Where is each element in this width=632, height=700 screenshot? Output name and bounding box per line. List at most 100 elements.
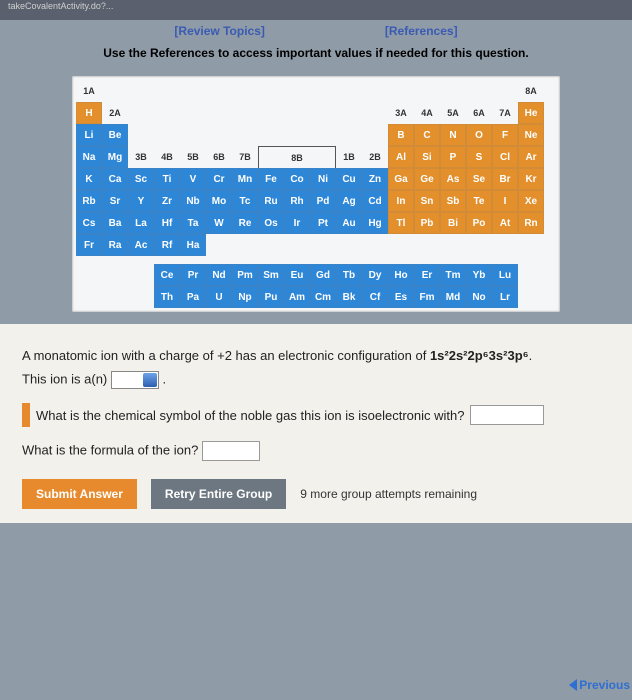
el-ba[interactable]: Ba xyxy=(102,212,128,234)
el-ra[interactable]: Ra xyxy=(102,234,128,256)
el-md[interactable]: Md xyxy=(440,286,466,308)
el-i[interactable]: I xyxy=(492,190,518,212)
el-zr[interactable]: Zr xyxy=(154,190,180,212)
el-yb[interactable]: Yb xyxy=(466,264,492,286)
el-bi[interactable]: Bi xyxy=(440,212,466,234)
el-n[interactable]: N xyxy=(440,124,466,146)
el-hg[interactable]: Hg xyxy=(362,212,388,234)
el-rb[interactable]: Rb xyxy=(76,190,102,212)
el-ta[interactable]: Ta xyxy=(180,212,206,234)
el-tm[interactable]: Tm xyxy=(440,264,466,286)
el-lu[interactable]: Lu xyxy=(492,264,518,286)
el-rn[interactable]: Rn xyxy=(518,212,544,234)
el-s[interactable]: S xyxy=(466,146,492,168)
el-ru[interactable]: Ru xyxy=(258,190,284,212)
el-er[interactable]: Er xyxy=(414,264,440,286)
el-ir[interactable]: Ir xyxy=(284,212,310,234)
el-ar[interactable]: Ar xyxy=(518,146,544,168)
el-bk[interactable]: Bk xyxy=(336,286,362,308)
el-be[interactable]: Be xyxy=(102,124,128,146)
el-o[interactable]: O xyxy=(466,124,492,146)
el-ha[interactable]: Ha xyxy=(180,234,206,256)
el-co[interactable]: Co xyxy=(284,168,310,190)
el-pb[interactable]: Pb xyxy=(414,212,440,234)
el-cs[interactable]: Cs xyxy=(76,212,102,234)
el-au[interactable]: Au xyxy=(336,212,362,234)
el-cr[interactable]: Cr xyxy=(206,168,232,190)
el-at[interactable]: At xyxy=(492,212,518,234)
references-link[interactable]: [References] xyxy=(385,24,458,38)
el-am[interactable]: Am xyxy=(284,286,310,308)
el-fm[interactable]: Fm xyxy=(414,286,440,308)
previous-button[interactable]: Previous xyxy=(569,678,630,692)
el-pu[interactable]: Pu xyxy=(258,286,284,308)
el-po[interactable]: Po xyxy=(466,212,492,234)
el-te[interactable]: Te xyxy=(466,190,492,212)
el-sr[interactable]: Sr xyxy=(102,190,128,212)
el-in[interactable]: In xyxy=(388,190,414,212)
el-ca[interactable]: Ca xyxy=(102,168,128,190)
el-as[interactable]: As xyxy=(440,168,466,190)
ion-type-select[interactable] xyxy=(111,371,159,389)
el-na[interactable]: Na xyxy=(76,146,102,168)
el-xe[interactable]: Xe xyxy=(518,190,544,212)
el-cm[interactable]: Cm xyxy=(310,286,336,308)
el-la[interactable]: La xyxy=(128,212,154,234)
el-li[interactable]: Li xyxy=(76,124,102,146)
el-pt[interactable]: Pt xyxy=(310,212,336,234)
el-re[interactable]: Re xyxy=(232,212,258,234)
el-tb[interactable]: Tb xyxy=(336,264,362,286)
el-sn[interactable]: Sn xyxy=(414,190,440,212)
el-mo[interactable]: Mo xyxy=(206,190,232,212)
el-k[interactable]: K xyxy=(76,168,102,190)
el-ti[interactable]: Ti xyxy=(154,168,180,190)
el-cd[interactable]: Cd xyxy=(362,190,388,212)
el-ga[interactable]: Ga xyxy=(388,168,414,190)
el-pd[interactable]: Pd xyxy=(310,190,336,212)
el-ce[interactable]: Ce xyxy=(154,264,180,286)
el-u[interactable]: U xyxy=(206,286,232,308)
el-al[interactable]: Al xyxy=(388,146,414,168)
el-kr[interactable]: Kr xyxy=(518,168,544,190)
el-pa[interactable]: Pa xyxy=(180,286,206,308)
el-zn[interactable]: Zn xyxy=(362,168,388,190)
el-rf[interactable]: Rf xyxy=(154,234,180,256)
el-gd[interactable]: Gd xyxy=(310,264,336,286)
el-p[interactable]: P xyxy=(440,146,466,168)
el-br[interactable]: Br xyxy=(492,168,518,190)
retry-group-button[interactable]: Retry Entire Group xyxy=(151,479,286,509)
ion-formula-input[interactable] xyxy=(202,441,260,461)
el-w[interactable]: W xyxy=(206,212,232,234)
el-no[interactable]: No xyxy=(466,286,492,308)
el-cl[interactable]: Cl xyxy=(492,146,518,168)
el-cu[interactable]: Cu xyxy=(336,168,362,190)
noble-gas-input[interactable] xyxy=(470,405,544,425)
el-nd[interactable]: Nd xyxy=(206,264,232,286)
review-topics-link[interactable]: [Review Topics] xyxy=(174,24,264,38)
el-h[interactable]: H xyxy=(76,102,102,124)
el-tc[interactable]: Tc xyxy=(232,190,258,212)
el-he[interactable]: He xyxy=(518,102,544,124)
el-ge[interactable]: Ge xyxy=(414,168,440,190)
el-ho[interactable]: Ho xyxy=(388,264,414,286)
el-ni[interactable]: Ni xyxy=(310,168,336,190)
el-eu[interactable]: Eu xyxy=(284,264,310,286)
el-ne[interactable]: Ne xyxy=(518,124,544,146)
el-se[interactable]: Se xyxy=(466,168,492,190)
el-ag[interactable]: Ag xyxy=(336,190,362,212)
el-os[interactable]: Os xyxy=(258,212,284,234)
el-fr[interactable]: Fr xyxy=(76,234,102,256)
el-b[interactable]: B xyxy=(388,124,414,146)
submit-answer-button[interactable]: Submit Answer xyxy=(22,479,137,509)
el-tl[interactable]: Tl xyxy=(388,212,414,234)
el-dy[interactable]: Dy xyxy=(362,264,388,286)
el-nb[interactable]: Nb xyxy=(180,190,206,212)
el-np[interactable]: Np xyxy=(232,286,258,308)
el-th[interactable]: Th xyxy=(154,286,180,308)
el-v[interactable]: V xyxy=(180,168,206,190)
el-rh[interactable]: Rh xyxy=(284,190,310,212)
el-sm[interactable]: Sm xyxy=(258,264,284,286)
el-mg[interactable]: Mg xyxy=(102,146,128,168)
el-lr[interactable]: Lr xyxy=(492,286,518,308)
el-sc[interactable]: Sc xyxy=(128,168,154,190)
